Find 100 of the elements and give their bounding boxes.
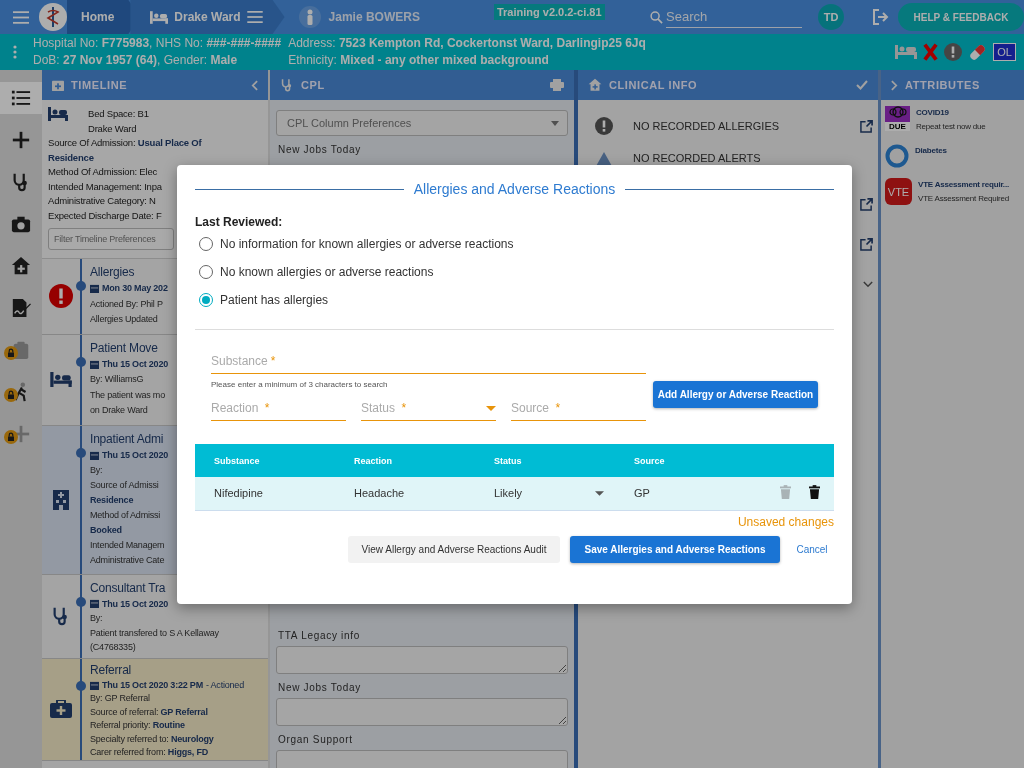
- entry-date: Mon 30 May 202: [102, 282, 168, 295]
- attribute-subtitle: Repeat test now due: [916, 121, 986, 133]
- add-allergy-button[interactable]: Add Allergy or Adverse Reaction: [653, 381, 818, 408]
- bed-icon: [150, 10, 169, 24]
- attribute-subtitle: VTE Assessment Required: [918, 193, 1009, 205]
- cancel-link[interactable]: Cancel: [790, 535, 834, 563]
- logo-icon[interactable]: [39, 3, 67, 31]
- timeline-entry[interactable]: Referral Thu 15 Oct 2020 3:22 PM - Actioned By: GP Referral Source of referral: GP Referral Referral priority: Routine Specialty referred to: Neurology Carer referred from: Higgs, FD: [42, 658, 268, 761]
- entry-detail: Specialty referred to: Neurology: [90, 732, 214, 746]
- warning-icon: [595, 117, 613, 135]
- chevron-right-icon[interactable]: [891, 79, 898, 91]
- entry-detail: on Drake Ward: [90, 404, 148, 417]
- search-field[interactable]: Search: [666, 6, 802, 28]
- input-field[interactable]: Reaction *: [211, 401, 346, 421]
- patient-detail: Hospital No: F775983, NHS No: ###-###-####: [33, 35, 282, 52]
- timeline-dot: [76, 281, 86, 291]
- breadcrumb-link[interactable]: Drake Ward: [130, 0, 285, 34]
- input-field[interactable]: Source *: [511, 401, 646, 421]
- entry-detail: Booked: [90, 523, 122, 537]
- attribute-title: VTE Assessment requir...: [918, 179, 1009, 191]
- unsaved-changes-note: Unsaved changes: [737, 514, 834, 529]
- substance-field[interactable]: Substance *: [211, 354, 646, 374]
- radio-option[interactable]: No information for known allergies or adverse reactions: [195, 237, 834, 251]
- bed-icon: [50, 372, 72, 387]
- bed-space-label: Bed Space: B1: [88, 107, 149, 121]
- entry-detail: By:: [90, 612, 103, 625]
- entry-title: Consultant Tra: [90, 579, 166, 597]
- save-button[interactable]: Save Allergies and Adverse Reactions: [570, 535, 780, 563]
- filter-field[interactable]: Filter Timeline Preferences: [48, 228, 174, 250]
- entry-detail: By: GP Referral: [90, 692, 150, 705]
- lock-icon: [4, 388, 18, 402]
- warning-icon[interactable]: [944, 43, 963, 61]
- admission-detail: Source Of Admission: Usual Place Of Residence: [48, 136, 203, 165]
- entry-title: Allergies: [90, 264, 135, 281]
- entry-detail: By: WilliamsG: [90, 373, 144, 386]
- entry-status: - Actioned: [205, 678, 244, 692]
- dialog-title: Allergies and Adverse Reactions: [413, 181, 616, 197]
- table-cell: Headache: [335, 477, 475, 510]
- section-label: New Jobs Today: [278, 682, 362, 693]
- entry-detail: Patient transfered to S A Kellaway: [90, 626, 219, 640]
- entry-date: Thu 15 Oct 2020: [102, 597, 169, 611]
- entry-detail: Allergies Updated: [90, 313, 158, 326]
- calendar-icon: [90, 284, 99, 294]
- search-icon: [650, 10, 663, 24]
- calendar-icon: [90, 599, 99, 609]
- check-icon[interactable]: [856, 80, 868, 90]
- badge[interactable]: OL: [993, 43, 1016, 61]
- hospital-icon: [53, 489, 69, 510]
- calendar-plus-icon: [52, 79, 64, 91]
- external-link-icon[interactable]: [860, 197, 873, 211]
- patient-detail: Ethnicity: Mixed - any other mixed background: [288, 52, 550, 69]
- patient-name: Jamie BOWERS: [328, 10, 420, 24]
- patient-detail: DoB: 27 Nov 1957 (64), Gender: Male: [33, 52, 239, 69]
- attribute-title: Diabetes: [915, 145, 947, 157]
- vte-badge: VTE: [885, 178, 912, 205]
- entry-date: Thu 15 Oct 2020: [102, 448, 169, 462]
- entry-title: Patient Move: [90, 339, 158, 357]
- section-label: Organ Support: [278, 734, 354, 745]
- external-link-icon[interactable]: [860, 119, 873, 133]
- user-avatar[interactable]: TD: [818, 4, 844, 30]
- dropdown-field[interactable]: Status *: [361, 401, 496, 421]
- column-preferences-dropdown[interactable]: CPL Column Preferences: [276, 110, 568, 136]
- entry-detail: Actioned By: Phil P: [90, 297, 163, 311]
- entry-date: Thu 15 Oct 2020: [102, 357, 169, 371]
- virus-icon: [887, 106, 908, 118]
- admission-detail: Expected Discharge Date: F: [48, 208, 162, 223]
- entry-detail: (C4768335): [90, 641, 136, 654]
- due-badge: DUE: [885, 106, 910, 131]
- clinical-status: NO RECORDED ALERTS: [633, 152, 762, 164]
- entry-title: Referral: [90, 661, 132, 679]
- external-link-icon[interactable]: [860, 237, 873, 251]
- entry-detail: Residence: [90, 493, 134, 507]
- entry-detail: Source of referral: GP Referral: [90, 705, 208, 719]
- chevron-down-icon[interactable]: [863, 280, 873, 288]
- calendar-icon: [90, 450, 99, 460]
- entry-detail: By:: [90, 463, 103, 477]
- timeline-dot: [76, 680, 86, 691]
- alert-icon: [49, 284, 73, 309]
- sidebar-item[interactable]: [0, 82, 42, 114]
- entry-detail: Intended Managem: [90, 538, 165, 552]
- audit-button[interactable]: View Allergy and Adverse Reactions Audit: [348, 535, 560, 563]
- entry-detail: Referral priority: Routine: [90, 719, 185, 732]
- column-header: Source: [615, 444, 694, 477]
- delete-icon[interactable]: [809, 485, 820, 500]
- stethoscope-icon: [280, 78, 294, 92]
- last-reviewed-label: Last Reviewed:: [195, 215, 284, 229]
- clinical-status: NO RECORDED ALLERGIES: [633, 120, 781, 132]
- column-header: Reaction: [335, 444, 475, 477]
- admission-detail: Administrative Category: N: [48, 194, 156, 208]
- menu-icon[interactable]: [246, 11, 263, 23]
- lock-icon: [4, 430, 18, 444]
- ring-icon: [885, 144, 909, 168]
- section-label: TTA Legacy info: [278, 630, 362, 641]
- menu-icon[interactable]: [13, 10, 29, 24]
- timeline-dot: [76, 447, 86, 458]
- logout-icon[interactable]: [872, 9, 890, 25]
- entry-detail: Carer referred from: Higgs, FD: [90, 746, 209, 759]
- status-dropdown[interactable]: Likely: [494, 487, 604, 500]
- lock-icon: [4, 346, 18, 360]
- chevron-left-icon[interactable]: [251, 79, 258, 91]
